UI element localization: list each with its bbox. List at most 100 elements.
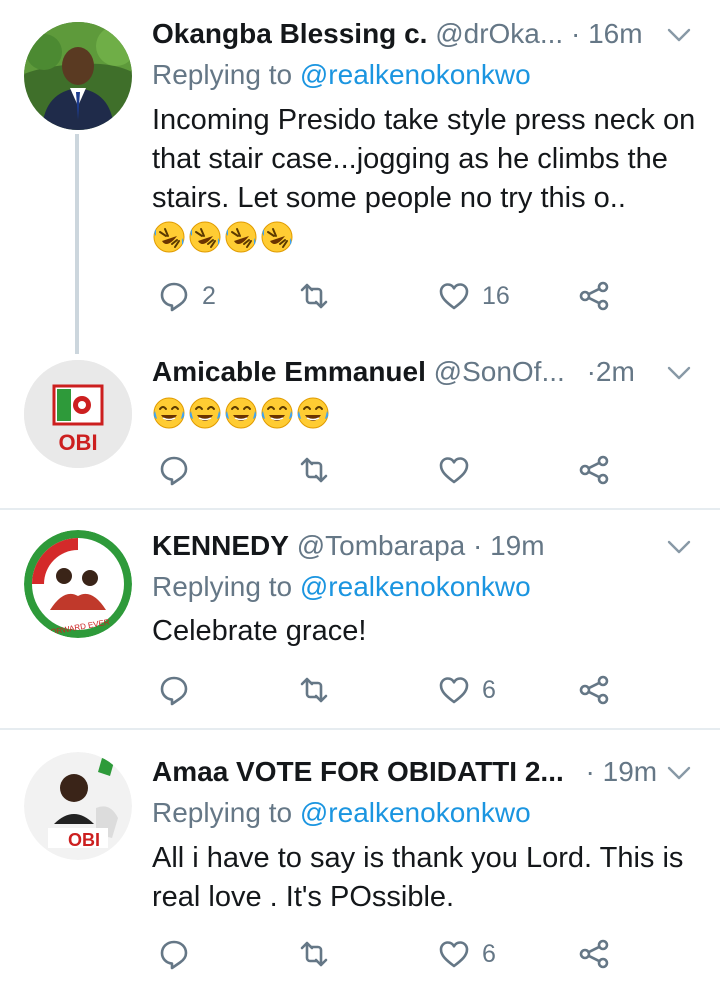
retweet-button[interactable]: [298, 934, 342, 974]
tweet-text: All i have to say is thank you Lord. Thi…: [152, 842, 684, 913]
tweet-card[interactable]: OBI Amicable Emmanuel @SonOf... ·2m: [0, 340, 720, 508]
like-button[interactable]: [438, 450, 482, 490]
reply-button[interactable]: [158, 670, 202, 710]
emoji-row: [152, 396, 330, 436]
share-button[interactable]: [578, 276, 610, 316]
separator-dot: ·: [571, 18, 581, 49]
caret-down-icon[interactable]: [666, 360, 692, 386]
profile-photo: FORWARD EVER: [24, 530, 132, 638]
replying-to: Replying to @realkenokonkwo: [152, 568, 531, 606]
thread-connector: [75, 134, 79, 354]
user-handle[interactable]: @drOka...: [435, 18, 563, 49]
tweet-text: Incoming Presido take style press neck o…: [152, 104, 696, 214]
share-icon: [578, 280, 610, 312]
profile-photo: [24, 22, 132, 130]
caret-down-icon[interactable]: [666, 760, 692, 786]
user-handle[interactable]: @Tombarapa: [297, 530, 466, 561]
like-count: 16: [482, 281, 510, 310]
avatar[interactable]: OBI: [24, 752, 132, 860]
like-count: 6: [482, 675, 496, 704]
rofl-emoji-icon: [224, 220, 258, 254]
timestamp[interactable]: 16m: [588, 18, 642, 49]
share-icon: [578, 674, 610, 706]
reply-button[interactable]: 2: [158, 276, 216, 316]
tears-of-joy-emoji-icon: [296, 396, 330, 430]
tears-of-joy-emoji-icon: [152, 396, 186, 430]
separator-dot: ·: [585, 756, 595, 787]
reply-button[interactable]: [158, 450, 202, 490]
like-icon: [438, 674, 470, 706]
tweet-header: Amicable Emmanuel @SonOf... ·2m: [152, 352, 720, 392]
rofl-emoji-icon: [152, 220, 186, 254]
tweet-header: Okangba Blessing c. @drOka... · 16m: [152, 14, 720, 54]
user-handle[interactable]: @SonOf...: [434, 356, 565, 387]
like-icon: [438, 280, 470, 312]
tweet-card[interactable]: OBI Amaa VOTE FOR OBIDATTI 2... · 19m Re…: [0, 730, 720, 997]
profile-photo: OBI: [24, 360, 132, 468]
like-icon: [438, 938, 470, 970]
retweet-icon: [298, 674, 330, 706]
tweet-header: KENNEDY @Tombarapa · 19m: [152, 526, 720, 566]
tweet-header: Amaa VOTE FOR OBIDATTI 2... · 19m: [152, 752, 720, 792]
avatar-text: OBI: [68, 830, 100, 850]
like-button[interactable]: 16: [438, 276, 510, 316]
like-button[interactable]: 6: [438, 934, 496, 974]
display-name[interactable]: KENNEDY: [152, 530, 289, 561]
mention-link[interactable]: @realkenokonkwo: [300, 571, 531, 602]
timestamp[interactable]: 19m: [603, 756, 657, 787]
retweet-icon: [298, 280, 330, 312]
tears-of-joy-emoji-icon: [260, 396, 294, 430]
share-icon: [578, 454, 610, 486]
reply-icon: [158, 674, 190, 706]
avatar[interactable]: [24, 22, 132, 130]
display-name[interactable]: Amaa VOTE FOR OBIDATTI 2...: [152, 756, 564, 787]
tears-of-joy-emoji-icon: [188, 396, 222, 430]
retweet-button[interactable]: [298, 276, 342, 316]
replying-to-label: Replying to: [152, 59, 300, 90]
display-name[interactable]: Amicable Emmanuel: [152, 356, 426, 387]
replying-to-label: Replying to: [152, 797, 300, 828]
reply-icon: [158, 938, 190, 970]
retweet-button[interactable]: [298, 450, 342, 490]
tears-of-joy-emoji-icon: [224, 396, 258, 430]
retweet-icon: [298, 938, 330, 970]
reply-icon: [158, 280, 190, 312]
avatar-text: OBI: [58, 430, 97, 455]
emoji-row: [152, 220, 294, 260]
reply-count: 2: [202, 281, 216, 310]
mention-link[interactable]: @realkenokonkwo: [300, 59, 531, 90]
timestamp[interactable]: 2m: [596, 356, 635, 387]
caret-down-icon[interactable]: [666, 22, 692, 48]
tweet-text: Celebrate grace!: [152, 615, 367, 647]
share-button[interactable]: [578, 450, 610, 490]
mention-link[interactable]: @realkenokonkwo: [300, 797, 531, 828]
retweet-button[interactable]: [298, 670, 342, 710]
share-icon: [578, 938, 610, 970]
like-button[interactable]: 6: [438, 670, 496, 710]
share-button[interactable]: [578, 934, 610, 974]
retweet-icon: [298, 454, 330, 486]
reply-button[interactable]: [158, 934, 202, 974]
display-name[interactable]: Okangba Blessing c.: [152, 18, 427, 49]
caret-down-icon[interactable]: [666, 534, 692, 560]
share-button[interactable]: [578, 670, 610, 710]
tweet-actions: 2 16: [152, 276, 622, 316]
tweet-actions: 6: [152, 934, 622, 974]
separator-dot: ·: [473, 530, 483, 561]
profile-photo: OBI: [24, 752, 132, 860]
separator-dot: ·: [586, 356, 596, 387]
replying-to: Replying to @realkenokonkwo: [152, 56, 531, 94]
replying-to: Replying to @realkenokonkwo: [152, 794, 531, 832]
reply-icon: [158, 454, 190, 486]
avatar[interactable]: FORWARD EVER: [24, 530, 132, 638]
replying-to-label: Replying to: [152, 571, 300, 602]
rofl-emoji-icon: [188, 220, 222, 254]
avatar[interactable]: OBI: [24, 360, 132, 468]
tweet-card[interactable]: Okangba Blessing c. @drOka... · 16m Repl…: [0, 0, 720, 354]
tweet-actions: 6: [152, 670, 622, 710]
tweet-card[interactable]: FORWARD EVER KENNEDY @Tombarapa · 19m Re…: [0, 510, 720, 728]
rofl-emoji-icon: [260, 220, 294, 254]
timestamp[interactable]: 19m: [490, 530, 544, 561]
like-icon: [438, 454, 470, 486]
like-count: 6: [482, 939, 496, 968]
